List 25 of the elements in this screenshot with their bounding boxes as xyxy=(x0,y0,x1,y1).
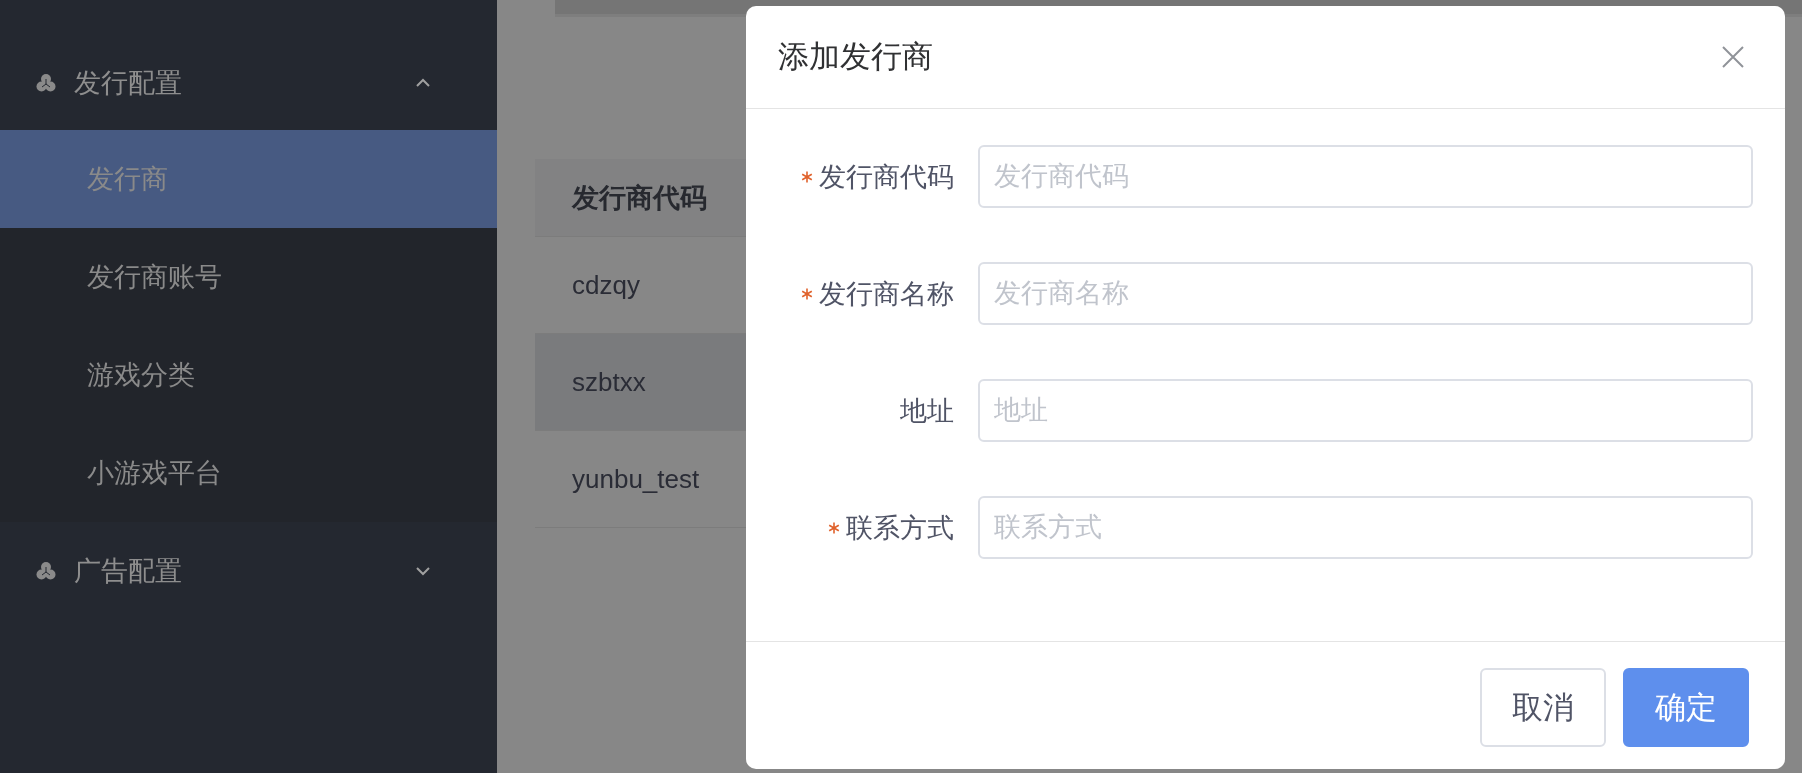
chevron-icon xyxy=(415,566,431,576)
input-field[interactable]: 发行商名称 xyxy=(978,262,1753,325)
field-label: 联系方式 xyxy=(846,511,954,545)
table-cell-text: szbtxx xyxy=(571,366,646,398)
input-field[interactable]: 发行商代码 xyxy=(978,145,1753,208)
field-label: 发行商代码 xyxy=(819,160,954,194)
input-field[interactable]: 地址 xyxy=(978,379,1753,442)
menu-group[interactable]: 发行配置 xyxy=(0,36,497,130)
confirm-button[interactable]: 确定 xyxy=(1623,668,1749,747)
input-field[interactable]: 联系方式 xyxy=(978,496,1753,559)
dialog-title: 添加发行商 xyxy=(778,38,933,76)
field-label: 发行商名称 xyxy=(819,277,954,311)
chevron-icon xyxy=(415,78,431,88)
cluster-icon xyxy=(36,73,56,93)
field-label: 地址 xyxy=(900,394,954,428)
menu-item[interactable]: 发行商账号 xyxy=(0,228,497,326)
table-cell-text: yunbu_test xyxy=(571,463,700,495)
close-icon[interactable] xyxy=(1721,45,1745,69)
cancel-button[interactable]: 取消 xyxy=(1480,668,1606,747)
menu-group[interactable]: 广告配置 xyxy=(0,522,497,620)
cluster-icon xyxy=(36,561,56,581)
column-header: 发行商代码 xyxy=(570,181,707,215)
table-cell-text: cdzqy xyxy=(571,269,640,301)
menu-item[interactable]: 游戏分类 xyxy=(0,326,497,424)
menu-item[interactable]: 小游戏平台 xyxy=(0,424,497,522)
